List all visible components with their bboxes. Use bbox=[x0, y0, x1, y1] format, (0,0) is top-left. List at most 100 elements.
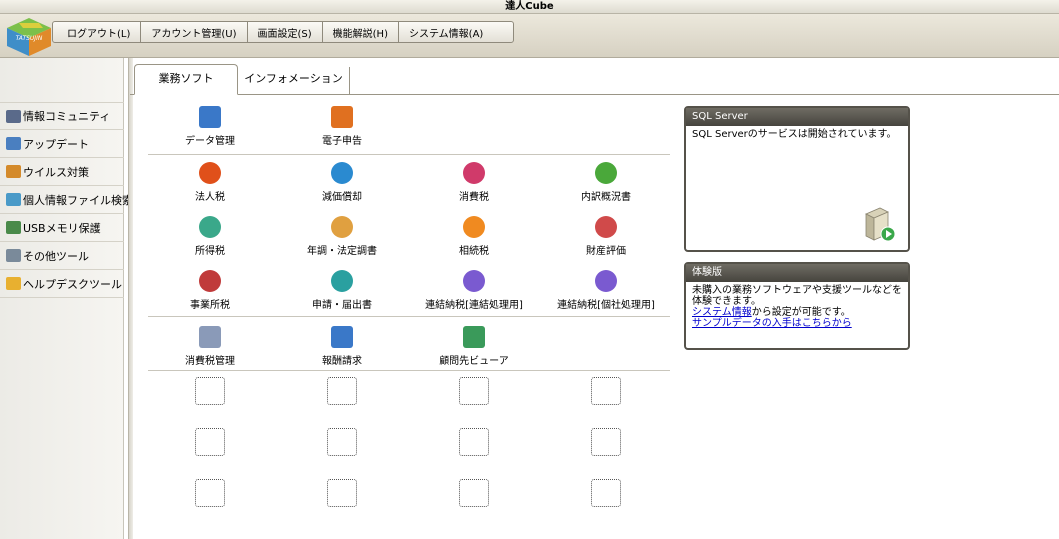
app-consolidated-individual[interactable]: 連結納税[個社処理用] bbox=[546, 270, 666, 318]
empty-slot[interactable] bbox=[591, 479, 621, 507]
sidebar-item-label: 情報コミュニティ bbox=[23, 110, 111, 123]
sidebar-item-helpdesk[interactable]: ヘルプデスクツール bbox=[0, 270, 124, 298]
app-corporate-tax[interactable]: 法人税 bbox=[150, 162, 270, 210]
server-icon bbox=[865, 207, 896, 242]
sidebar-item-label: アップデート bbox=[23, 137, 89, 151]
section-divider bbox=[148, 316, 670, 317]
trial-title: 体験版 bbox=[686, 264, 908, 282]
tab-strip: 業務ソフト インフォメーション bbox=[130, 58, 1059, 96]
empty-slot[interactable] bbox=[591, 377, 621, 405]
empty-slot[interactable] bbox=[459, 479, 489, 507]
business-office-tax-icon bbox=[199, 270, 221, 292]
app-label: 連結納税[個社処理用] bbox=[557, 300, 655, 311]
app-label: データ管理 bbox=[185, 136, 235, 147]
sidebar-item-tools[interactable]: その他ツール bbox=[0, 242, 124, 270]
update-icon bbox=[6, 137, 21, 150]
system-info-link[interactable]: システム情報 bbox=[692, 307, 752, 318]
consumption-tax-management-icon bbox=[199, 326, 221, 348]
community-icon bbox=[6, 109, 21, 123]
sidebar-item-label: その他ツール bbox=[23, 249, 89, 263]
client-viewer-icon bbox=[463, 326, 485, 348]
sidebar-item-file-search[interactable]: 個人情報ファイル検索 bbox=[0, 186, 133, 214]
app-label: 財産評価 bbox=[586, 246, 626, 257]
sidebar-item-label: ヘルプデスクツール bbox=[23, 277, 122, 291]
tab-business-software[interactable]: 業務ソフト bbox=[134, 64, 238, 95]
trial-description-suffix: から設定が可能です。 bbox=[751, 307, 851, 318]
sidebar-item-usb[interactable]: USBメモリ保護 bbox=[0, 214, 124, 242]
empty-slot[interactable] bbox=[195, 479, 225, 507]
menu-feature-guide[interactable]: 機能解説(H) bbox=[323, 22, 399, 42]
app-label: 消費税 bbox=[459, 192, 489, 203]
app-label: 申請・届出書 bbox=[312, 300, 372, 311]
app-label: 年調・法定調書 bbox=[307, 246, 377, 257]
empty-slot[interactable] bbox=[591, 428, 621, 456]
sidebar-item-label: 個人情報ファイル検索 bbox=[23, 193, 133, 207]
empty-slot[interactable] bbox=[459, 428, 489, 456]
empty-slot[interactable] bbox=[327, 479, 357, 507]
app-label: 相続税 bbox=[459, 246, 489, 257]
app-application[interactable]: 申請・届出書 bbox=[282, 270, 402, 318]
app-property-valuation[interactable]: 財産評価 bbox=[546, 216, 666, 264]
empty-slot[interactable] bbox=[327, 377, 357, 405]
app-income-tax[interactable]: 所得税 bbox=[150, 216, 270, 264]
application-icon bbox=[331, 270, 353, 292]
app-label: 顧問先ビューア bbox=[439, 356, 509, 367]
trial-body: 未購入の業務ソフトウェアや支援ツールなどを体験できます。 システム情報から設定が… bbox=[686, 282, 908, 332]
sidebar-item-community[interactable]: 情報コミュニティ bbox=[0, 102, 124, 130]
app-label: 消費税管理 bbox=[185, 356, 235, 367]
app-inheritance-tax[interactable]: 相続税 bbox=[414, 216, 534, 264]
app-label: 電子申告 bbox=[322, 136, 362, 147]
app-consumption-tax[interactable]: 消費税 bbox=[414, 162, 534, 210]
sidebar-splitter[interactable] bbox=[128, 58, 133, 539]
sidebar-item-label: ウイルス対策 bbox=[23, 165, 89, 179]
usb-icon bbox=[6, 221, 21, 234]
app-label: 連結納税[連結処理用] bbox=[425, 300, 523, 311]
section-divider bbox=[148, 370, 670, 371]
app-breakdown[interactable]: 内訳概況書 bbox=[546, 162, 666, 210]
corporate-tax-icon bbox=[199, 162, 221, 184]
app-label: 事業所税 bbox=[190, 300, 230, 311]
empty-slot[interactable] bbox=[459, 377, 489, 405]
section-divider bbox=[148, 154, 670, 155]
sidebar-item-label: USBメモリ保護 bbox=[23, 221, 101, 235]
sidebar-item-update[interactable]: アップデート bbox=[0, 130, 124, 158]
menu-account-management[interactable]: アカウント管理(U) bbox=[141, 22, 248, 42]
app-depreciation[interactable]: 減価償却 bbox=[282, 162, 402, 210]
sql-server-title: SQL Server bbox=[686, 108, 908, 126]
year-end-icon bbox=[331, 216, 353, 238]
tab-baseline bbox=[130, 94, 1059, 95]
empty-slot[interactable] bbox=[195, 377, 225, 405]
header: TATSUJIN ログアウト(L) アカウント管理(U) 画面設定(S) 機能解… bbox=[0, 14, 1059, 58]
sidebar-item-antivirus[interactable]: ウイルス対策 bbox=[0, 158, 124, 186]
consolidated-individual-icon bbox=[595, 270, 617, 292]
tools-icon bbox=[6, 249, 21, 262]
app-business-office-tax[interactable]: 事業所税 bbox=[150, 270, 270, 318]
app-fee-billing[interactable]: 報酬請求 bbox=[282, 326, 402, 374]
app-consumption-tax-management[interactable]: 消費税管理 bbox=[150, 326, 270, 374]
cube-logo-icon: TATSUJIN bbox=[7, 18, 51, 56]
app-client-viewer[interactable]: 顧問先ビューア bbox=[414, 326, 534, 374]
consolidated-tax-icon bbox=[463, 270, 485, 292]
tab-information[interactable]: インフォメーション bbox=[238, 67, 350, 94]
app-e-filing[interactable]: 電子申告 bbox=[282, 106, 402, 154]
sidebar: 情報コミュニティ アップデート ウイルス対策 個人情報ファイル検索 USBメモリ… bbox=[0, 58, 133, 539]
svg-text:TATSUJIN: TATSUJIN bbox=[16, 35, 43, 42]
sample-data-link[interactable]: サンプルデータの入手はこちらから bbox=[692, 318, 852, 329]
breakdown-icon bbox=[595, 162, 617, 184]
empty-slot[interactable] bbox=[327, 428, 357, 456]
trial-description: 未購入の業務ソフトウェアや支援ツールなどを体験できます。 bbox=[692, 285, 902, 307]
app-label: 内訳概況書 bbox=[581, 192, 631, 203]
app-year-end[interactable]: 年調・法定調書 bbox=[282, 216, 402, 264]
menu-logout[interactable]: ログアウト(L) bbox=[53, 22, 142, 42]
app-data-management[interactable]: データ管理 bbox=[150, 106, 270, 154]
menu-system-info[interactable]: システム情報(A) bbox=[399, 22, 493, 42]
menu-screen-settings[interactable]: 画面設定(S) bbox=[248, 22, 323, 42]
app-label: 法人税 bbox=[195, 192, 225, 203]
consumption-tax-icon bbox=[463, 162, 485, 184]
property-valuation-icon bbox=[595, 216, 617, 238]
app-consolidated-tax[interactable]: 連結納税[連結処理用] bbox=[414, 270, 534, 318]
file-search-icon bbox=[6, 193, 21, 206]
sql-server-panel: SQL Server SQL Serverのサービスは開始されています。 bbox=[684, 106, 910, 252]
fee-billing-icon bbox=[331, 326, 353, 348]
empty-slot[interactable] bbox=[195, 428, 225, 456]
